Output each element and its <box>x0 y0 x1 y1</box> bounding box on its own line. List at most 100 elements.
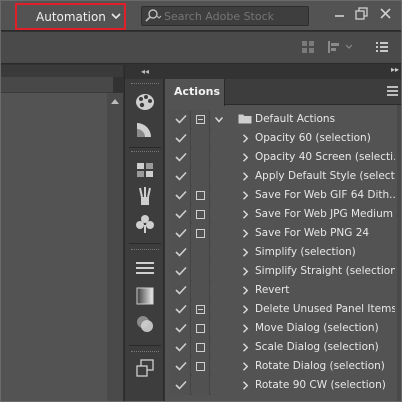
collapse-panels-icon[interactable]: ◂◂ <box>125 65 165 79</box>
toggle-dialog-checkbox[interactable] <box>192 129 210 148</box>
toggle-item-checkbox[interactable] <box>169 224 191 243</box>
chevron-right-icon[interactable] <box>241 153 249 162</box>
collapse-dock-icon[interactable]: ▸▸ <box>391 65 399 74</box>
chevron-right-icon[interactable] <box>241 229 249 238</box>
workspace-switcher-button[interactable]: Automation <box>15 3 126 30</box>
action-row[interactable]: Simplify Straight (selection) <box>169 262 397 281</box>
menu-list-icon[interactable] <box>375 40 389 57</box>
gradient-panel-icon[interactable] <box>133 285 157 307</box>
toggle-item-checkbox[interactable] <box>169 338 191 357</box>
toggle-item-checkbox[interactable] <box>169 243 191 262</box>
chevron-right-icon[interactable] <box>241 172 249 181</box>
action-row[interactable]: Save For Web JPG Medium <box>169 205 397 224</box>
brushes-icon[interactable] <box>133 185 157 207</box>
drag-handle[interactable] <box>131 249 159 252</box>
minimize-icon[interactable] <box>331 5 349 23</box>
adobe-stock-search[interactable] <box>141 6 309 26</box>
dialog-icon <box>196 229 205 238</box>
drag-handle[interactable] <box>131 151 159 154</box>
action-row[interactable]: Scale Dialog (selection) <box>169 338 397 357</box>
toggle-dialog-checkbox[interactable] <box>192 148 210 167</box>
toggle-dialog-checkbox[interactable] <box>192 281 210 300</box>
toggle-dialog-checkbox[interactable] <box>192 243 210 262</box>
toggle-item-checkbox[interactable] <box>169 110 191 129</box>
chevron-right-icon[interactable] <box>241 267 249 276</box>
toggle-item-checkbox[interactable] <box>169 300 191 319</box>
vertical-scrollbar[interactable] <box>107 93 123 401</box>
tab-actions[interactable]: Actions <box>165 79 225 106</box>
toggle-dialog-checkbox[interactable] <box>192 167 210 186</box>
action-set-row[interactable]: Default Actions <box>169 110 397 129</box>
document-canvas[interactable] <box>1 77 113 401</box>
transparency-icon[interactable] <box>133 313 157 335</box>
action-row[interactable]: Delete Unused Panel Items <box>169 300 397 319</box>
toggle-dialog-checkbox[interactable] <box>192 224 210 243</box>
toggle-dialog-checkbox[interactable] <box>192 300 210 319</box>
toggle-dialog-checkbox[interactable] <box>192 338 210 357</box>
dialog-icon <box>196 324 205 333</box>
dialog-partial-icon <box>196 115 205 124</box>
dialog-icon <box>196 191 205 200</box>
gradient-icon[interactable] <box>133 119 157 141</box>
toggle-dialog-checkbox[interactable] <box>192 319 210 338</box>
toggle-item-checkbox[interactable] <box>169 167 191 186</box>
search-icon <box>142 7 164 25</box>
action-row[interactable]: Rotate Dialog (selection) <box>169 357 397 376</box>
collapsed-panels-strip: ◂◂ <box>124 65 165 401</box>
chevron-right-icon[interactable] <box>241 381 249 390</box>
chevron-right-icon[interactable] <box>241 324 249 333</box>
chevron-right-icon[interactable] <box>241 191 249 200</box>
toggle-dialog-checkbox[interactable] <box>192 110 210 129</box>
drag-handle[interactable] <box>131 351 159 354</box>
chevron-right-icon[interactable] <box>241 210 249 219</box>
panel-menu-icon[interactable] <box>387 86 398 98</box>
action-row[interactable]: Rotate 90 CW (selection) <box>169 376 397 395</box>
chevron-right-icon[interactable] <box>241 134 249 143</box>
toggle-item-checkbox[interactable] <box>169 376 191 395</box>
panel-header: Actions <box>165 79 401 106</box>
action-row[interactable]: Apply Default Style (select... <box>169 167 397 186</box>
toggle-item-checkbox[interactable] <box>169 205 191 224</box>
action-row[interactable]: Revert <box>169 281 397 300</box>
chevron-right-icon[interactable] <box>241 343 249 352</box>
toggle-dialog-checkbox[interactable] <box>192 376 210 395</box>
action-row[interactable]: Simplify (selection) <box>169 243 397 262</box>
align-icon[interactable] <box>327 40 357 57</box>
panel-scrollbar[interactable] <box>397 105 401 401</box>
scroll-up-icon[interactable] <box>111 99 119 104</box>
toggle-dialog-checkbox[interactable] <box>192 357 210 376</box>
action-row[interactable]: Opacity 40 Screen (selecti... <box>169 148 397 167</box>
toggle-item-checkbox[interactable] <box>169 357 191 376</box>
toggle-dialog-checkbox[interactable] <box>192 205 210 224</box>
checkmark-icon <box>175 152 187 162</box>
toggle-dialog-checkbox[interactable] <box>192 186 210 205</box>
toggle-item-checkbox[interactable] <box>169 148 191 167</box>
search-input[interactable] <box>164 9 304 23</box>
chevron-right-icon[interactable] <box>241 362 249 371</box>
checkmark-icon <box>175 361 187 371</box>
arrange-documents-icon[interactable] <box>301 40 315 57</box>
action-row[interactable]: Save For Web PNG 24 <box>169 224 397 243</box>
close-icon[interactable] <box>377 5 395 23</box>
action-row[interactable]: Move Dialog (selection) <box>169 319 397 338</box>
chevron-right-icon[interactable] <box>241 248 249 257</box>
stroke-icon[interactable] <box>133 257 157 279</box>
action-row[interactable]: Opacity 60 (selection) <box>169 129 397 148</box>
toggle-item-checkbox[interactable] <box>169 281 191 300</box>
toggle-item-checkbox[interactable] <box>169 129 191 148</box>
artboards-icon[interactable] <box>133 357 157 379</box>
toggle-dialog-checkbox[interactable] <box>192 262 210 281</box>
toggle-item-checkbox[interactable] <box>169 319 191 338</box>
swatches-icon[interactable] <box>133 159 157 181</box>
symbols-icon[interactable] <box>133 213 157 235</box>
chevron-down-icon[interactable] <box>215 115 223 124</box>
panel-dock-bar: ▸▸ <box>165 65 401 79</box>
restore-icon[interactable] <box>353 5 371 23</box>
chevron-right-icon[interactable] <box>241 305 249 314</box>
toggle-item-checkbox[interactable] <box>169 262 191 281</box>
drag-handle[interactable] <box>131 83 159 86</box>
color-palette-icon[interactable] <box>133 91 157 113</box>
action-row[interactable]: Save For Web GIF 64 Dith... <box>169 186 397 205</box>
chevron-right-icon[interactable] <box>241 286 249 295</box>
toggle-item-checkbox[interactable] <box>169 186 191 205</box>
